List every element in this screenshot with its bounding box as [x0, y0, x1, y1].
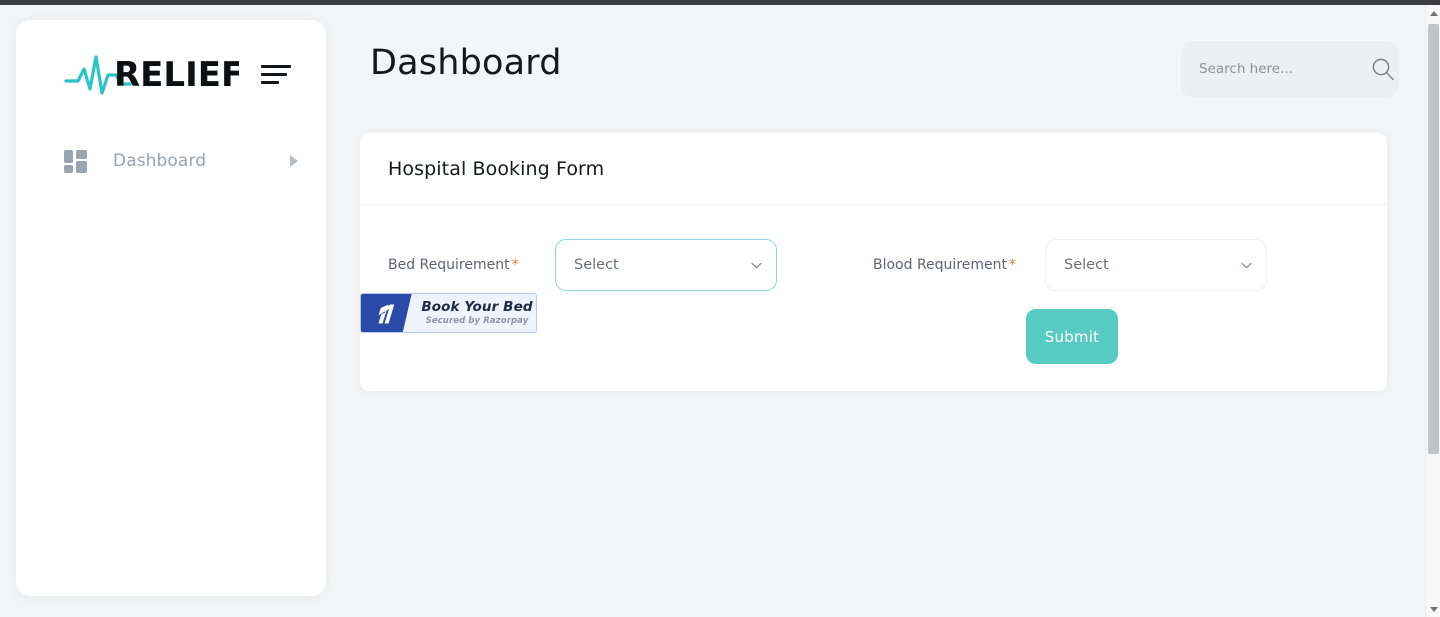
required-asterisk: * [1009, 257, 1016, 273]
page-title: Dashboard [370, 43, 562, 83]
field-blood-requirement: Blood Requirement * Select [873, 239, 1267, 291]
sidebar-item-dashboard[interactable]: Dashboard [16, 138, 326, 184]
card-header: Hospital Booking Form [360, 133, 1387, 205]
topbar: Dashboard [370, 33, 1399, 99]
field-label-blood-requirement: Blood Requirement * [873, 257, 1045, 273]
hamburger-line-2 [261, 73, 287, 76]
field-label-text: Bed Requirement [388, 257, 510, 273]
sidebar-header: RELIEF. [16, 20, 326, 100]
scroll-down-arrow-icon[interactable] [1426, 601, 1440, 617]
sidebar-nav: Dashboard [16, 138, 326, 184]
chevron-down-icon[interactable] [751, 262, 762, 269]
submit-button[interactable]: Submit [1026, 309, 1118, 364]
razorpay-book-your-bed-badge[interactable]: Book Your Bed Secured by Razorpay [360, 293, 537, 333]
hamburger-menu-button[interactable] [261, 62, 291, 88]
sidebar-item-label: Dashboard [113, 151, 207, 171]
relief-wordmark: RELIEF. [114, 55, 239, 95]
scroll-up-arrow-icon[interactable] [1426, 5, 1440, 21]
field-bed-requirement: Bed Requirement * Select [388, 239, 777, 291]
select-blood-requirement-value: Select [1064, 257, 1109, 273]
hamburger-line-1 [261, 65, 291, 68]
field-label-text: Blood Requirement [873, 257, 1007, 273]
field-label-bed-requirement: Bed Requirement * [388, 257, 555, 273]
sidebar: RELIEF. Dashboard [16, 20, 326, 596]
hamburger-line-3 [261, 81, 279, 84]
select-bed-requirement-value: Select [574, 257, 619, 273]
form-field-row: Bed Requirement * Select Blood Requiremen… [360, 239, 1387, 291]
scrollbar-thumb[interactable] [1428, 24, 1439, 454]
razorpay-badge-subtitle: Secured by Razorpay [425, 316, 529, 326]
search-icon[interactable] [1370, 56, 1396, 82]
grid-dashboard-icon [64, 149, 88, 173]
search-input[interactable] [1199, 61, 1370, 77]
hospital-booking-form-card: Hospital Booking Form Bed Requirement * S… [360, 133, 1387, 391]
main-content: Dashboard Hospital Booking Form Bed Requ [326, 5, 1425, 617]
caret-right-icon[interactable] [290, 155, 298, 167]
select-bed-requirement[interactable]: Select [555, 239, 777, 291]
relief-logo[interactable]: RELIEF. [64, 51, 239, 99]
chevron-down-icon[interactable] [1241, 262, 1252, 269]
required-asterisk: * [511, 257, 519, 273]
razorpay-badge-text: Book Your Bed Secured by Razorpay [417, 299, 536, 326]
razorpay-logo-icon [378, 304, 395, 324]
card-title: Hospital Booking Form [388, 157, 605, 180]
app-page: RELIEF. Dashboard Dashboard Search here.… [0, 5, 1425, 617]
browser-chrome-edge [0, 0, 1440, 5]
search-box[interactable] [1181, 41, 1399, 97]
razorpay-badge-title: Book Your Bed [421, 299, 533, 315]
page-scrollbar[interactable] [1425, 5, 1440, 617]
select-blood-requirement[interactable]: Select [1045, 239, 1267, 291]
